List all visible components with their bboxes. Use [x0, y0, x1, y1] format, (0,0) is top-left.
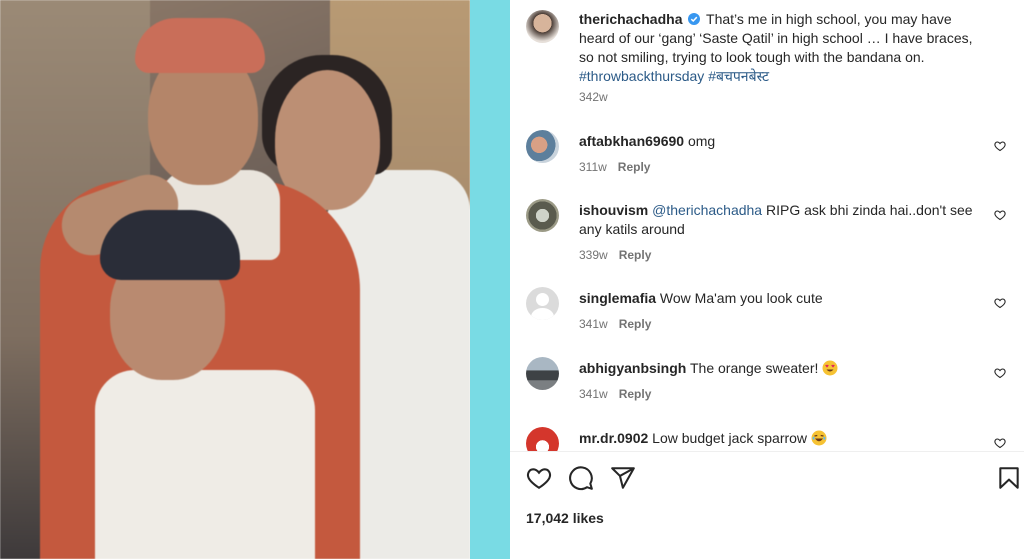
commenter-username[interactable]: mr.dr.0902 — [579, 430, 648, 446]
comment-body: omg — [687, 133, 716, 149]
comment-time: 341w — [579, 317, 608, 331]
comment-like-heart-icon[interactable] — [994, 140, 1006, 152]
commenter-avatar[interactable] — [526, 199, 559, 232]
default-avatar-head — [536, 293, 549, 306]
heart-icon[interactable] — [526, 465, 552, 491]
comment-item: aftabkhan69690 omg 311w Reply — [526, 130, 1006, 178]
comment-text: singlemafia Wow Ma'am you look cute — [579, 289, 979, 308]
comment-item: ishouvism @therichachadha RIPG ask bhi z… — [526, 199, 1006, 267]
comment-meta: 341w Reply — [579, 317, 651, 331]
comment-meta: 339w Reply — [579, 248, 651, 262]
comment-like-heart-icon[interactable] — [994, 297, 1006, 309]
comment-text: ishouvism @therichachadha RIPG ask bhi z… — [579, 201, 989, 239]
caption-text: therichachadha That’s me in high school,… — [579, 10, 984, 86]
reply-button[interactable]: Reply — [619, 248, 652, 262]
reply-button[interactable]: Reply — [619, 317, 652, 331]
default-avatar-body — [531, 308, 554, 320]
comment-mention[interactable]: @therichachadha — [652, 202, 762, 218]
commenter-avatar[interactable] — [526, 357, 559, 390]
comment-item: mr.dr.0902 Low budget jack sparrow — [526, 427, 1006, 451]
comment-like-heart-icon[interactable] — [994, 437, 1006, 449]
comment-like-heart-icon[interactable] — [994, 209, 1006, 221]
reply-button[interactable]: Reply — [618, 160, 651, 174]
commenter-username[interactable]: aftabkhan69690 — [579, 133, 684, 149]
bookmark-icon[interactable] — [996, 465, 1022, 491]
background-strip — [470, 0, 510, 559]
verified-badge-icon — [688, 13, 701, 25]
heart-eyes-emoji-icon — [822, 360, 838, 376]
actions-divider — [510, 451, 1024, 452]
comment-text: abhigyanbsingh The orange sweater! — [579, 359, 979, 378]
photo-red-bandana — [135, 18, 265, 73]
laughing-emoji-icon — [811, 430, 827, 446]
hashtag-throwback[interactable]: #throwbackthursday — [579, 68, 704, 84]
comment-item: singlemafia Wow Ma'am you look cute 341w… — [526, 287, 1006, 335]
like-count[interactable]: 17,042 likes — [526, 510, 604, 526]
hashtag-hindi[interactable]: #बचपनबेस्ट — [708, 68, 769, 84]
reply-button[interactable]: Reply — [619, 387, 652, 401]
comment-time: 341w — [579, 387, 608, 401]
paper-plane-icon[interactable] — [610, 465, 636, 491]
comment-time: 311w — [579, 160, 607, 174]
comment-meta: 311w Reply — [579, 160, 650, 174]
commenter-avatar[interactable] — [526, 130, 559, 163]
author-username[interactable]: therichachadha — [579, 11, 682, 27]
author-avatar[interactable] — [526, 10, 559, 43]
commenter-username[interactable]: ishouvism — [579, 202, 648, 218]
comment-body: Wow Ma'am you look cute — [659, 290, 823, 306]
comment-bubble-icon[interactable] — [568, 465, 594, 491]
post-side-panel: therichachadha That’s me in high school,… — [510, 0, 1024, 559]
comment-time: 339w — [579, 248, 608, 262]
comment-body: The orange sweater! — [689, 360, 819, 376]
comment-text: mr.dr.0902 Low budget jack sparrow — [579, 429, 979, 448]
commenter-username[interactable]: singlemafia — [579, 290, 656, 306]
commenter-username[interactable]: abhigyanbsingh — [579, 360, 686, 376]
comment-text: aftabkhan69690 omg — [579, 132, 979, 151]
caption-time: 342w — [579, 90, 608, 104]
caption-block: therichachadha That’s me in high school,… — [526, 10, 1006, 105]
comment-item: abhigyanbsingh The orange sweater! 341w R… — [526, 357, 1006, 405]
post-action-bar — [510, 465, 1024, 493]
comment-meta: 341w Reply — [579, 387, 651, 401]
photo-girl-front-shirt — [95, 370, 315, 559]
comment-like-heart-icon[interactable] — [994, 367, 1006, 379]
commenter-avatar[interactable] — [526, 427, 559, 451]
comment-body: Low budget jack sparrow — [652, 430, 808, 446]
post-photo — [0, 0, 470, 559]
photo-dark-bandana — [100, 210, 240, 280]
commenter-avatar[interactable] — [526, 287, 559, 320]
